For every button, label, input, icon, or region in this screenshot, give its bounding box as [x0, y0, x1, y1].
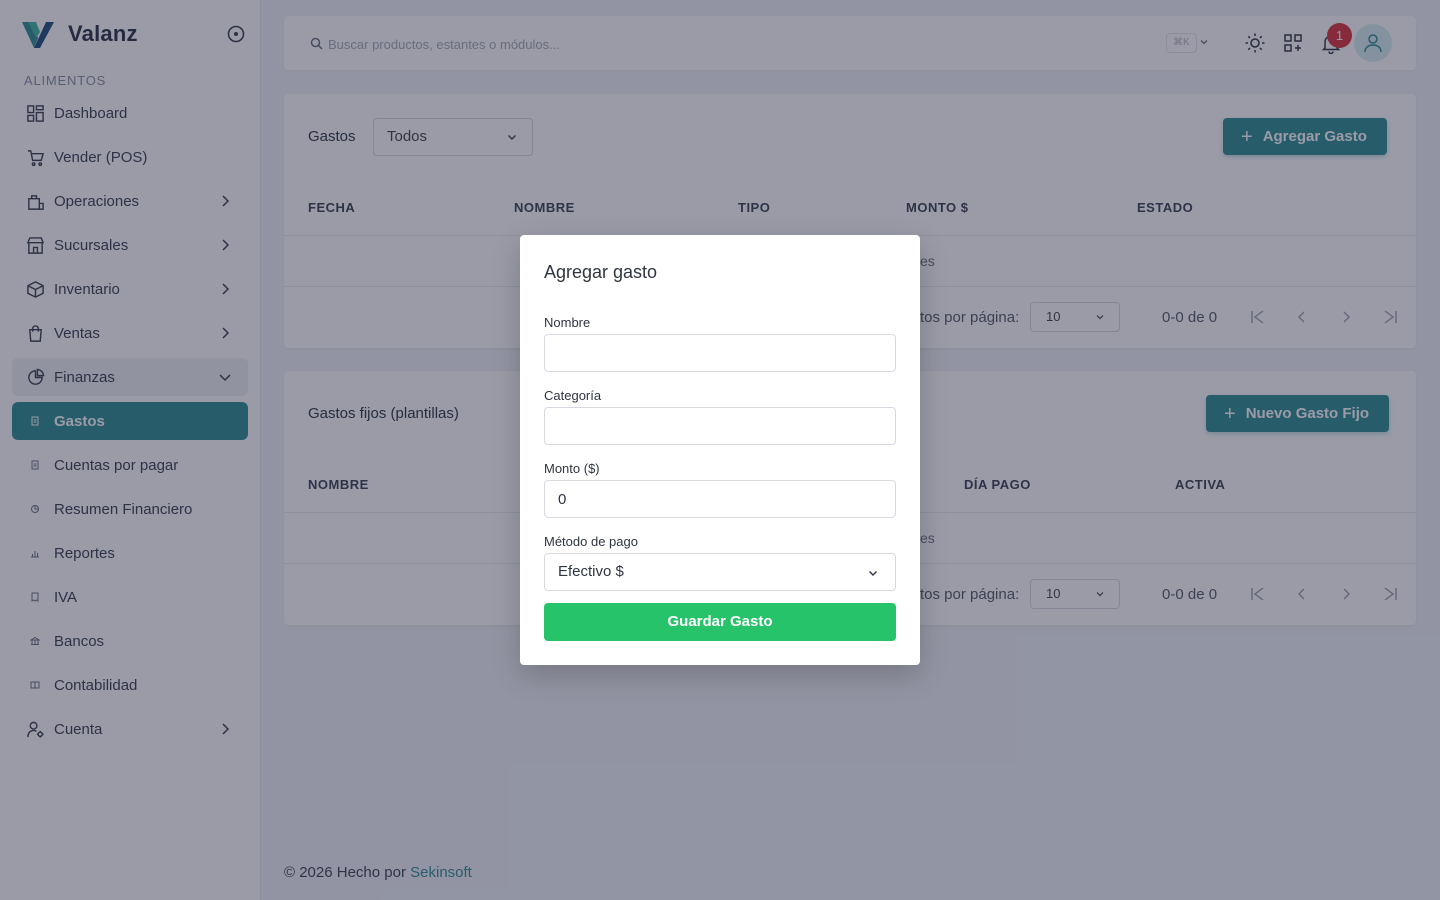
payment-method-select[interactable]: Efectivo $ [544, 553, 896, 591]
chevron-down-icon [869, 571, 877, 576]
name-input[interactable] [544, 334, 896, 372]
save-expense-button[interactable]: Guardar Gasto [544, 603, 896, 641]
add-expense-modal: Agregar gasto Nombre Categoría Monto ($)… [520, 235, 920, 665]
amount-label: Monto ($) [544, 461, 600, 476]
amount-input[interactable] [544, 480, 896, 518]
modal-title: Agregar gasto [544, 262, 658, 282]
name-label: Nombre [544, 315, 591, 330]
payment-method-value: Efectivo $ [558, 563, 624, 580]
category-input[interactable] [544, 407, 896, 445]
payment-method-label: Método de pago [544, 534, 638, 549]
category-label: Categoría [544, 388, 602, 403]
